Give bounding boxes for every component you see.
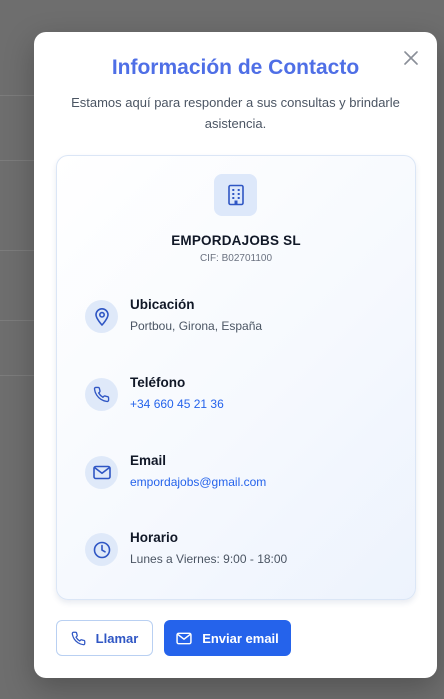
clock-icon (93, 541, 110, 558)
phone-icon (71, 631, 86, 645)
item-label: Ubicación (130, 297, 195, 312)
building-icon (227, 184, 244, 206)
background-divider (0, 95, 34, 96)
item-label: Teléfono (130, 375, 186, 390)
company-icon-badge (214, 174, 257, 216)
call-button[interactable]: Llamar (56, 620, 153, 656)
item-label: Horario (130, 530, 179, 545)
send-email-button-label: Enviar email (202, 630, 279, 646)
modal-subtitle: Estamos aquí para responder a sus consul… (71, 95, 400, 131)
item-label: Email (130, 453, 167, 468)
contact-item-phone: Teléfono +34 660 45 21 36 (85, 375, 395, 415)
hours-value: Lunes a Viernes: 9:00 - 18:00 (130, 552, 288, 566)
contact-modal: Información de Contacto Estamos aquí par… (34, 32, 437, 678)
email-link[interactable]: empordajobs@gmail.com (130, 475, 266, 489)
mail-icon (176, 632, 192, 644)
location-value: Portbou, Girona, España (130, 319, 263, 333)
item-icon-badge (85, 533, 118, 566)
background-divider (0, 160, 34, 161)
call-button-label: Llamar (95, 630, 139, 646)
company-name: EMPORDAJOBS SL (171, 233, 301, 248)
item-icon-badge (85, 378, 118, 411)
background-divider (0, 320, 34, 321)
mail-icon (92, 465, 111, 480)
contact-item-hours: Horario Lunes a Viernes: 9:00 - 18:00 (85, 530, 395, 570)
phone-icon (93, 386, 110, 403)
map-pin-icon (94, 307, 109, 326)
phone-link[interactable]: +34 660 45 21 36 (130, 397, 224, 411)
contact-card: EMPORDAJOBS SL CIF: B02701100 Ubicación … (56, 155, 416, 600)
modal-title: Información de Contacto (111, 56, 360, 79)
background-divider (0, 250, 34, 251)
contact-item-location: Ubicación Portbou, Girona, España (85, 297, 395, 337)
company-cif: CIF: B02701100 (199, 253, 273, 264)
send-email-button[interactable]: Enviar email (164, 620, 291, 656)
background-divider (0, 375, 34, 376)
item-icon-badge (85, 300, 118, 333)
contact-item-email: Email empordajobs@gmail.com (85, 453, 395, 493)
item-icon-badge (85, 456, 118, 489)
